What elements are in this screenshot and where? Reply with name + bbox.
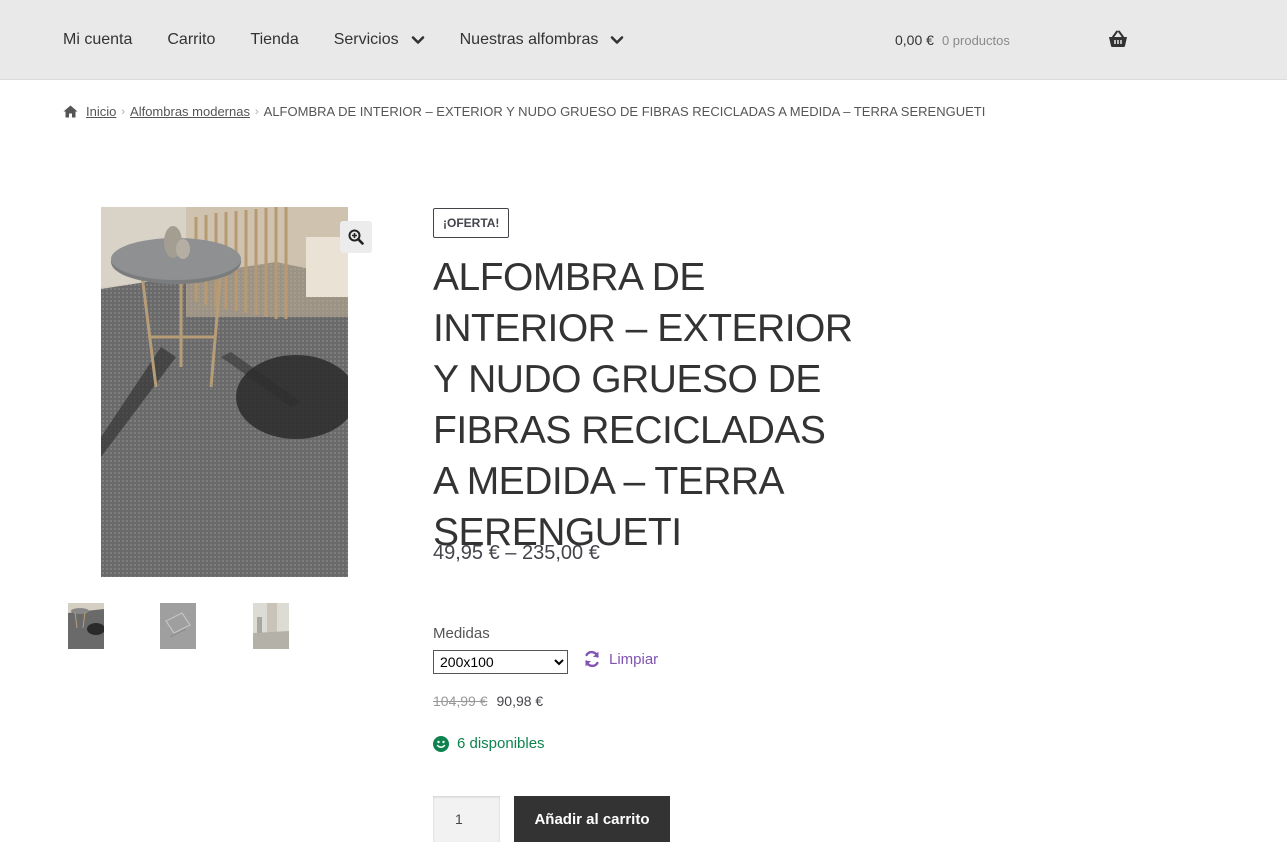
- chevron-down-icon: [611, 36, 624, 44]
- sale-badge: ¡OFERTA!: [433, 208, 510, 238]
- thumbnail-image: [253, 603, 289, 649]
- home-icon: [63, 105, 78, 118]
- gallery-thumbnail-1[interactable]: [68, 603, 104, 649]
- nav-label: Nuestras alfombras: [459, 31, 599, 48]
- primary-navigation: Mi cuenta Carrito Tienda Servicios Nuest…: [63, 0, 659, 80]
- smile-icon: [433, 735, 449, 752]
- thumbnail-image: [68, 603, 104, 649]
- price-range: 49,95 € – 235,00 €: [433, 542, 600, 564]
- nav-label: Servicios: [333, 31, 399, 48]
- gallery-thumbnail-3[interactable]: [253, 603, 289, 649]
- breadcrumb-category-link[interactable]: Alfombras modernas: [130, 104, 250, 119]
- gallery-zoom-button[interactable]: [340, 221, 372, 253]
- stock-text: 6 disponibles: [457, 735, 545, 752]
- stock-status: 6 disponibles: [433, 735, 545, 752]
- breadcrumb: Inicio › Alfombras modernas › ALFOMBRA D…: [63, 104, 985, 119]
- nav-label: Tienda: [250, 31, 299, 48]
- regular-price: 104,99 €: [433, 693, 488, 709]
- cart-amount: 0,00 €: [895, 32, 934, 48]
- breadcrumb-home-link[interactable]: Inicio: [86, 104, 116, 119]
- nav-nuestras-alfombras[interactable]: Nuestras alfombras: [460, 31, 625, 49]
- basket-icon[interactable]: [1108, 30, 1128, 48]
- sale-price: 90,98 €: [496, 693, 544, 709]
- variation-label: Medidas: [433, 625, 490, 642]
- refresh-icon: [585, 650, 599, 668]
- site-header: Mi cuenta Carrito Tienda Servicios Nuest…: [0, 0, 1287, 80]
- magnifier-plus-icon: [348, 229, 364, 245]
- thumbnail-image: [160, 603, 196, 649]
- nav-servicios[interactable]: Servicios: [334, 31, 425, 49]
- mini-cart-link[interactable]: 0,00 € 0 productos: [895, 0, 1010, 80]
- variation-price: 104,99 € 90,98 €: [433, 693, 543, 709]
- nav-label: Mi cuenta: [63, 31, 133, 48]
- breadcrumb-separator: ›: [121, 105, 126, 118]
- nav-mi-cuenta[interactable]: Mi cuenta: [63, 31, 132, 49]
- add-to-cart-button[interactable]: Añadir al carrito: [514, 796, 670, 842]
- clear-variation-link[interactable]: Limpiar: [583, 650, 658, 668]
- chevron-down-icon: [411, 36, 424, 44]
- breadcrumb-current: ALFOMBRA DE INTERIOR – EXTERIOR Y NUDO G…: [263, 104, 986, 119]
- nav-label: Carrito: [167, 31, 216, 48]
- nav-tienda[interactable]: Tienda: [250, 31, 298, 49]
- product-title: ALFOMBRA DE INTERIOR – EXTERIOR Y NUDO G…: [433, 256, 853, 554]
- breadcrumb-separator: ›: [254, 105, 259, 118]
- clear-label: Limpiar: [609, 650, 659, 668]
- size-select[interactable]: 200x100: [433, 650, 568, 674]
- nav-carrito[interactable]: Carrito: [167, 31, 215, 49]
- product-main-image[interactable]: [101, 207, 348, 577]
- rug-photo: [101, 207, 348, 577]
- quantity-input[interactable]: [433, 796, 500, 842]
- cart-count: 0 productos: [941, 32, 1010, 48]
- gallery-thumbnail-2[interactable]: [160, 603, 196, 649]
